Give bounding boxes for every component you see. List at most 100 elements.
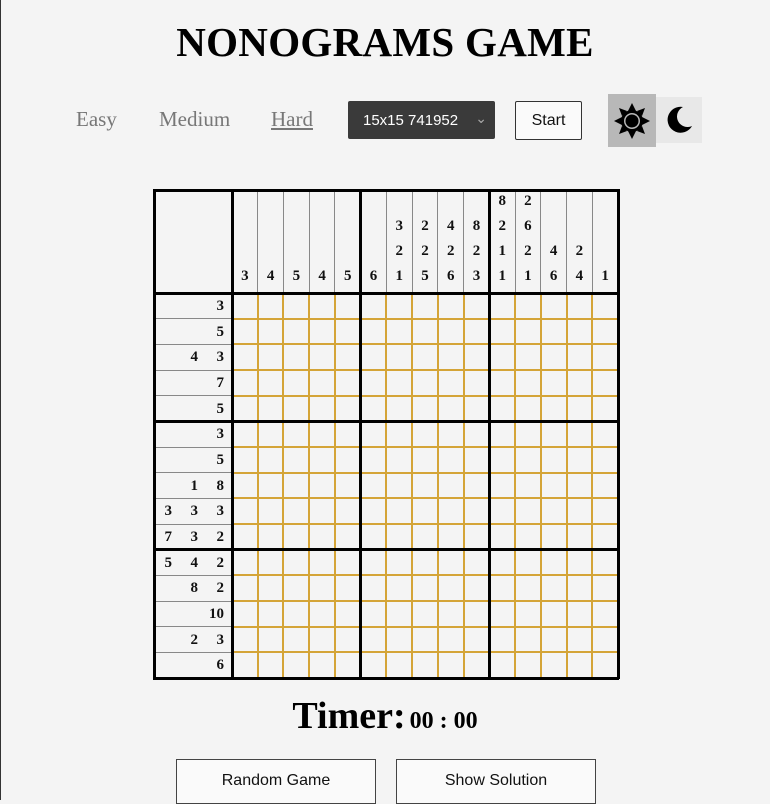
grid-cell[interactable] <box>334 549 361 576</box>
grid-cell[interactable] <box>437 524 464 550</box>
grid-cell[interactable] <box>592 524 618 550</box>
grid-cell[interactable] <box>489 601 516 627</box>
grid-cell[interactable] <box>515 472 541 499</box>
grid-cell[interactable] <box>309 652 335 678</box>
grid-cell[interactable] <box>309 395 335 422</box>
grid-cell[interactable] <box>515 549 541 576</box>
grid-cell[interactable] <box>412 575 438 601</box>
grid-cell[interactable] <box>540 421 567 447</box>
grid-cell[interactable] <box>232 498 258 524</box>
dark-theme-button[interactable] <box>656 97 702 143</box>
grid-cell[interactable] <box>283 575 310 601</box>
grid-cell[interactable] <box>232 472 258 499</box>
grid-cell[interactable] <box>592 293 618 319</box>
grid-cell[interactable] <box>232 421 258 447</box>
grid-cell[interactable] <box>412 549 438 576</box>
grid-cell[interactable] <box>232 601 258 627</box>
grid-cell[interactable] <box>437 421 464 447</box>
grid-cell[interactable] <box>283 626 310 653</box>
grid-cell[interactable] <box>437 447 464 473</box>
grid-cell[interactable] <box>360 447 387 473</box>
grid-cell[interactable] <box>463 370 490 396</box>
grid-cell[interactable] <box>437 344 464 370</box>
grid-cell[interactable] <box>283 293 310 319</box>
grid-cell[interactable] <box>540 498 567 524</box>
grid-cell[interactable] <box>309 601 335 627</box>
grid-cell[interactable] <box>412 652 438 678</box>
grid-cell[interactable] <box>437 293 464 319</box>
grid-cell[interactable] <box>232 549 258 576</box>
grid-cell[interactable] <box>283 395 310 422</box>
grid-cell[interactable] <box>334 575 361 601</box>
grid-cell[interactable] <box>515 370 541 396</box>
grid-cell[interactable] <box>334 626 361 653</box>
grid-cell[interactable] <box>515 318 541 345</box>
grid-cell[interactable] <box>386 421 413 447</box>
grid-cell[interactable] <box>540 318 567 345</box>
grid-cell[interactable] <box>592 318 618 345</box>
grid-cell[interactable] <box>386 498 413 524</box>
grid-cell[interactable] <box>257 293 284 319</box>
grid-cell[interactable] <box>360 524 387 550</box>
grid-cell[interactable] <box>412 498 438 524</box>
grid-cell[interactable] <box>412 344 438 370</box>
grid-cell[interactable] <box>515 601 541 627</box>
grid-cell[interactable] <box>283 421 310 447</box>
grid-cell[interactable] <box>515 652 541 678</box>
difficulty-medium-link[interactable]: Medium <box>159 107 230 132</box>
grid-cell[interactable] <box>592 370 618 396</box>
grid-cell[interactable] <box>515 626 541 653</box>
grid-cell[interactable] <box>463 626 490 653</box>
grid-cell[interactable] <box>489 370 516 396</box>
random-game-button[interactable]: Random Game <box>176 759 376 804</box>
grid-cell[interactable] <box>412 395 438 422</box>
grid-cell[interactable] <box>437 549 464 576</box>
grid-cell[interactable] <box>257 549 284 576</box>
grid-cell[interactable] <box>540 395 567 422</box>
grid-cell[interactable] <box>566 395 593 422</box>
grid-cell[interactable] <box>412 318 438 345</box>
grid-cell[interactable] <box>334 395 361 422</box>
grid-cell[interactable] <box>283 344 310 370</box>
grid-cell[interactable] <box>540 601 567 627</box>
grid-cell[interactable] <box>566 370 593 396</box>
grid-cell[interactable] <box>463 293 490 319</box>
grid-cell[interactable] <box>515 421 541 447</box>
grid-cell[interactable] <box>386 524 413 550</box>
grid-cell[interactable] <box>540 344 567 370</box>
grid-cell[interactable] <box>257 575 284 601</box>
grid-cell[interactable] <box>309 472 335 499</box>
grid-cell[interactable] <box>334 601 361 627</box>
grid-cell[interactable] <box>489 344 516 370</box>
grid-cell[interactable] <box>334 293 361 319</box>
grid-cell[interactable] <box>489 395 516 422</box>
grid-cell[interactable] <box>309 575 335 601</box>
grid-cell[interactable] <box>360 318 387 345</box>
grid-cell[interactable] <box>540 652 567 678</box>
grid-cell[interactable] <box>566 626 593 653</box>
grid-cell[interactable] <box>386 549 413 576</box>
grid-cell[interactable] <box>515 293 541 319</box>
grid-cell[interactable] <box>540 575 567 601</box>
grid-cell[interactable] <box>540 549 567 576</box>
grid-cell[interactable] <box>489 549 516 576</box>
grid-cell[interactable] <box>592 498 618 524</box>
grid-cell[interactable] <box>309 370 335 396</box>
grid-cell[interactable] <box>489 652 516 678</box>
grid-cell[interactable] <box>232 652 258 678</box>
grid-cell[interactable] <box>412 472 438 499</box>
grid-cell[interactable] <box>334 344 361 370</box>
grid-cell[interactable] <box>360 472 387 499</box>
grid-cell[interactable] <box>309 318 335 345</box>
grid-cell[interactable] <box>257 344 284 370</box>
grid-cell[interactable] <box>592 601 618 627</box>
grid-cell[interactable] <box>283 447 310 473</box>
grid-cell[interactable] <box>463 318 490 345</box>
grid-cell[interactable] <box>566 524 593 550</box>
grid-cell[interactable] <box>386 318 413 345</box>
grid-cell[interactable] <box>592 652 618 678</box>
grid-cell[interactable] <box>540 293 567 319</box>
grid-cell[interactable] <box>232 293 258 319</box>
grid-cell[interactable] <box>334 318 361 345</box>
difficulty-easy-link[interactable]: Easy <box>76 107 117 132</box>
